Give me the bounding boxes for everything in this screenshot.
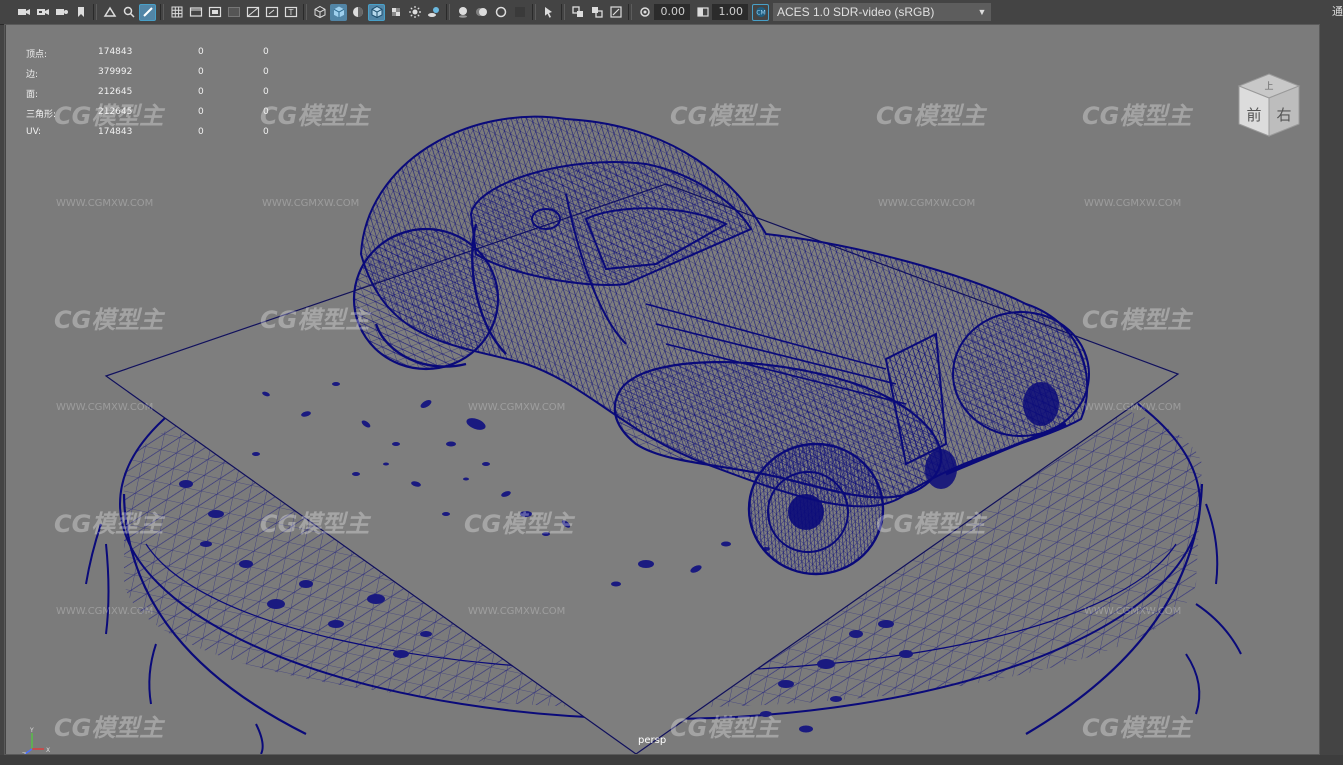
hud-value: 0 — [198, 67, 204, 77]
hud-value: 0 — [263, 87, 269, 97]
depth-of-field-icon[interactable] — [511, 4, 528, 21]
view-cube-top-label: 上 — [1264, 81, 1273, 92]
toolbar-separator — [628, 4, 632, 20]
image-tools-group — [100, 3, 157, 21]
hud-row-triangles: 三角形: 212645 0 0 — [26, 107, 286, 127]
smooth-shade-icon[interactable] — [330, 3, 347, 21]
colorspace-dropdown[interactable]: ACES 1.0 SDR-video (sRGB) ▼ — [773, 3, 991, 21]
hud-row-vertices: 顶点: 174843 0 0 — [26, 47, 286, 67]
2d-pan-zoom-icon[interactable] — [120, 4, 137, 21]
hud-value: 0 — [198, 87, 204, 97]
hud-value: 212645 — [98, 107, 133, 117]
exposure-field[interactable]: 0.00 — [654, 4, 690, 20]
xray-joints-icon[interactable] — [607, 4, 624, 21]
toolbar-separator — [446, 4, 450, 20]
gamma-icon[interactable] — [694, 4, 711, 21]
viewport-toolbar: T 0.00 1.00 CM ACES 1.0 SDR-video (sRGB) — [0, 0, 1343, 25]
hud-label: 面: — [26, 90, 39, 100]
wireframe-on-shaded-icon[interactable] — [368, 3, 385, 21]
view-cube-front-label: 前 — [1246, 106, 1261, 124]
xray-active-components-icon[interactable] — [588, 4, 605, 21]
hud-label: 三角形: — [26, 110, 57, 120]
xray-icon[interactable] — [569, 4, 586, 21]
field-chart-icon[interactable] — [244, 4, 261, 21]
isolate-group — [539, 4, 558, 21]
toolbar-separator — [532, 4, 536, 20]
camera-name-label: persp — [638, 735, 667, 746]
screen-space-ao-icon[interactable] — [454, 4, 471, 21]
gate-tools-group: T — [167, 4, 300, 21]
camera-attribute-icon[interactable] — [34, 4, 51, 21]
bookmark-icon[interactable] — [72, 4, 89, 21]
safe-title-icon[interactable]: T — [282, 4, 299, 21]
shadows-icon[interactable] — [425, 4, 442, 21]
hud-row-edges: 边: 379992 0 0 — [26, 67, 286, 87]
hud-value: 0 — [263, 47, 269, 57]
hud-value: 0 — [263, 127, 269, 137]
exposure-icon[interactable] — [636, 4, 653, 21]
wireframe-icon[interactable] — [311, 4, 328, 21]
x-axis-label: X — [46, 747, 50, 754]
axis-gizmo: X Y Z — [22, 727, 50, 754]
hud-value: 379992 — [98, 67, 133, 77]
svg-text:CM: CM — [756, 10, 765, 17]
hud-value: 0 — [198, 107, 204, 117]
anti-aliasing-icon[interactable] — [492, 4, 509, 21]
toolbar-separator — [561, 4, 565, 20]
hud-value: 0 — [198, 127, 204, 137]
toolbar-separator — [160, 4, 164, 20]
isolate-select-icon[interactable] — [540, 4, 557, 21]
right-side-panel-edge — [1320, 24, 1343, 765]
use-all-lights-icon[interactable] — [406, 4, 423, 21]
safe-action-icon[interactable] — [263, 4, 280, 21]
hud-row-faces: 面: 212645 0 0 — [26, 87, 286, 107]
right-panel-label: 通 — [1332, 5, 1343, 18]
hud-value: 174843 — [98, 127, 133, 137]
camera-tools-group — [14, 4, 90, 21]
poly-count-hud: 顶点: 174843 0 0 边: 379992 0 0 面: 212645 0… — [26, 47, 286, 147]
hud-value: 174843 — [98, 47, 133, 57]
textured-icon[interactable] — [387, 4, 404, 21]
hud-label: 边: — [26, 70, 39, 80]
bottom-edge — [0, 755, 1343, 765]
camera-icon[interactable] — [15, 4, 32, 21]
hud-value: 0 — [198, 47, 204, 57]
color-management-icon[interactable]: CM — [752, 3, 769, 21]
gate-mask-icon[interactable] — [225, 4, 242, 21]
view-cube[interactable]: 上 前 右 — [1233, 70, 1305, 142]
y-axis-label: Y — [29, 727, 34, 734]
perspective-viewport[interactable]: 顶点: 174843 0 0 边: 379992 0 0 面: 212645 0… — [6, 24, 1319, 754]
color-management-group: 0.00 1.00 CM ACES 1.0 SDR-video (sRGB) ▼ — [635, 3, 991, 21]
z-axis-label: Z — [22, 752, 26, 754]
hud-value: 0 — [263, 67, 269, 77]
toolbar-separator — [303, 4, 307, 20]
camera-bookmark-icon[interactable] — [53, 4, 70, 21]
toolbar-separator — [93, 4, 97, 20]
hud-label: UV: — [26, 127, 42, 137]
xray-group — [568, 4, 625, 21]
shaded-wireframe-icon[interactable] — [349, 4, 366, 21]
grease-pencil-icon[interactable] — [139, 3, 156, 21]
grid-icon[interactable] — [168, 4, 185, 21]
svg-text:T: T — [287, 8, 293, 17]
hud-row-uvs: UV: 174843 0 0 — [26, 127, 286, 147]
shading-tools-group — [310, 3, 443, 21]
film-gate-icon[interactable] — [187, 4, 204, 21]
motion-blur-icon[interactable] — [473, 4, 490, 21]
hud-value: 0 — [263, 107, 269, 117]
gamma-field[interactable]: 1.00 — [712, 4, 748, 20]
resolution-gate-icon[interactable] — [206, 4, 223, 21]
chevron-down-icon[interactable]: ▼ — [973, 3, 991, 21]
image-plane-icon[interactable] — [101, 4, 118, 21]
hud-value: 212645 — [98, 87, 133, 97]
view-cube-right-label: 右 — [1276, 106, 1291, 124]
hud-label: 顶点: — [26, 50, 48, 60]
colorspace-label: ACES 1.0 SDR-video (sRGB) — [777, 5, 935, 19]
render-quality-group — [453, 4, 529, 21]
